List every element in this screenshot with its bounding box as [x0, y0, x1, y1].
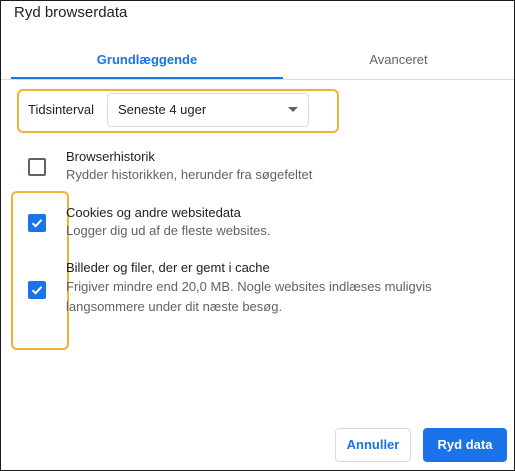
dropdown-arrow-icon — [288, 107, 298, 112]
clear-data-button[interactable]: Ryd data — [423, 428, 507, 462]
checkmark-icon — [31, 286, 43, 295]
cached-files-checkbox[interactable] — [28, 281, 46, 299]
tab-divider — [1, 79, 514, 80]
browsing-history-description: Rydder historikken, herunder fra søgefel… — [66, 167, 313, 182]
dialog-title: Ryd browserdata — [14, 4, 128, 21]
clear-browsing-data-dialog: Ryd browserdata Grundlæggende Avanceret … — [0, 0, 515, 471]
time-range-select[interactable]: Seneste 4 uger — [107, 93, 309, 127]
cookies-description: Logger dig ud af de fleste websites. — [66, 223, 271, 238]
browsing-history-checkbox[interactable] — [28, 158, 46, 176]
tab-advanced[interactable]: Avanceret — [283, 41, 514, 79]
cached-files-description: Frigiver mindre end 20,0 MB. Nogle websi… — [66, 279, 432, 314]
cookies-title: Cookies og andre websitedata — [66, 205, 241, 220]
time-range-value: Seneste 4 uger — [118, 102, 207, 117]
tab-basic[interactable]: Grundlæggende — [11, 41, 283, 79]
cached-files-title: Billeder og filer, der er gemt i cache — [66, 260, 270, 275]
time-range-label: Tidsinterval — [28, 102, 94, 117]
tab-bar: Grundlæggende Avanceret — [1, 41, 514, 79]
cookies-checkbox[interactable] — [28, 214, 46, 232]
cancel-button[interactable]: Annuller — [335, 428, 411, 462]
browsing-history-title: Browserhistorik — [66, 149, 155, 164]
checkmark-icon — [31, 219, 43, 228]
